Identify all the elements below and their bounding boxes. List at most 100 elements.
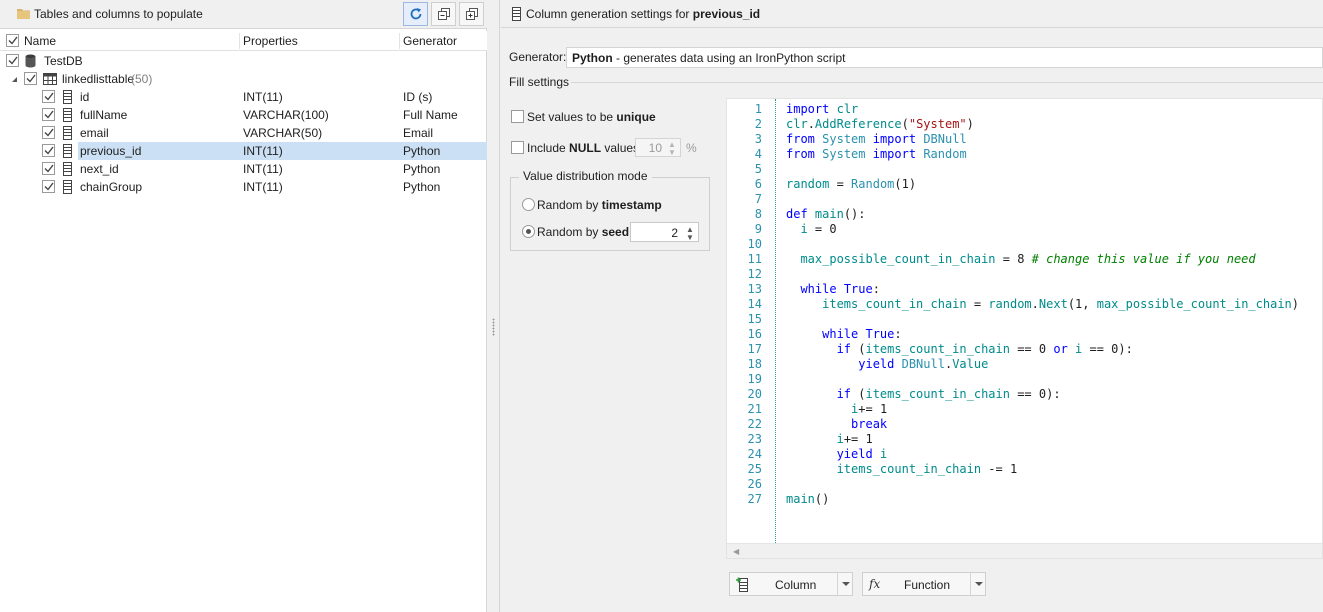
line-number: 5 bbox=[754, 162, 762, 176]
random-seed-radio[interactable] bbox=[522, 225, 535, 238]
grid-header: Name Properties Generator bbox=[0, 31, 487, 51]
column-checkbox[interactable] bbox=[42, 144, 55, 157]
fill-settings-divider bbox=[571, 82, 1323, 83]
line-number: 4 bbox=[754, 147, 762, 161]
splitter-grip-icon[interactable] bbox=[492, 318, 495, 336]
seed-label-bold: seed bbox=[601, 225, 630, 239]
timestamp-label-prefix: Random by bbox=[537, 198, 602, 212]
column-checkbox[interactable] bbox=[42, 162, 55, 175]
include-null-checkbox[interactable] bbox=[511, 141, 524, 154]
chevron-down-icon[interactable] bbox=[842, 582, 850, 586]
column-name: fullName bbox=[80, 108, 128, 122]
unique-label[interactable]: Set values to be unique bbox=[527, 110, 656, 124]
code-line[interactable]: if (items_count_in_chain == 0 or i == 0)… bbox=[786, 342, 1133, 356]
code-line[interactable]: i+= 1 bbox=[786, 402, 887, 416]
spin-down-icon[interactable]: ▼ bbox=[668, 149, 677, 157]
line-number: 20 bbox=[747, 387, 762, 401]
column-row-fullname[interactable]: fullName VARCHAR(100) Full Name bbox=[0, 106, 487, 124]
column-divider[interactable] bbox=[239, 33, 240, 49]
generator-select[interactable]: Python - generates data using an IronPyt… bbox=[566, 47, 1323, 68]
line-number: 19 bbox=[747, 372, 762, 386]
code-line[interactable]: while True: bbox=[786, 282, 880, 296]
generator-label: Generator: bbox=[509, 50, 567, 64]
column-generator: ID (s) bbox=[403, 90, 433, 104]
column-row-next-id[interactable]: next_id INT(11) Python bbox=[0, 160, 487, 178]
code-line[interactable]: def main(): bbox=[786, 207, 866, 221]
column-header-generator[interactable]: Generator bbox=[403, 34, 457, 48]
chevron-down-icon[interactable] bbox=[975, 582, 983, 586]
random-timestamp-label[interactable]: Random by timestamp bbox=[537, 198, 662, 212]
table-checkbox[interactable] bbox=[24, 72, 37, 85]
function-icon: fx bbox=[869, 577, 881, 591]
settings-title-prefix: Column generation settings for bbox=[526, 7, 693, 21]
random-seed-label[interactable]: Random by seed bbox=[537, 225, 629, 239]
code-line[interactable]: yield DBNull.Value bbox=[786, 357, 988, 371]
code-line[interactable]: from System import DBNull bbox=[786, 132, 967, 146]
seed-spinner[interactable]: 2 ▲ ▼ bbox=[630, 222, 699, 242]
panel-splitter[interactable] bbox=[488, 0, 500, 612]
generator-name: Python bbox=[572, 51, 613, 65]
column-divider[interactable] bbox=[399, 33, 400, 49]
select-all-checkbox[interactable] bbox=[6, 34, 19, 47]
column-row-chaingroup[interactable]: chainGroup INT(11) Python bbox=[0, 178, 487, 196]
column-checkbox[interactable] bbox=[42, 126, 55, 139]
code-line[interactable]: while True: bbox=[786, 327, 902, 341]
code-line[interactable]: from System import Random bbox=[786, 147, 967, 161]
random-timestamp-radio[interactable] bbox=[522, 198, 535, 211]
horizontal-scrollbar[interactable]: ◀ bbox=[727, 543, 1322, 558]
line-number: 18 bbox=[747, 357, 762, 371]
collapse-triangle-icon[interactable] bbox=[11, 76, 18, 83]
code-line[interactable]: i+= 1 bbox=[786, 432, 873, 446]
unique-checkbox[interactable] bbox=[511, 110, 524, 123]
column-name: next_id bbox=[80, 162, 119, 176]
line-number: 13 bbox=[747, 282, 762, 296]
dropdown-split bbox=[837, 573, 838, 595]
table-row[interactable]: linkedlisttable (50) bbox=[0, 70, 487, 88]
column-dropdown-button[interactable]: Column bbox=[729, 572, 853, 596]
code-line[interactable]: yield i bbox=[786, 447, 888, 461]
spin-down-icon[interactable]: ▼ bbox=[686, 234, 695, 242]
code-line[interactable]: items_count_in_chain -= 1 bbox=[786, 462, 1018, 476]
code-line[interactable]: break bbox=[786, 417, 887, 431]
line-number: 27 bbox=[747, 492, 762, 506]
database-row[interactable]: TestDB bbox=[0, 52, 487, 70]
expand-all-button[interactable] bbox=[459, 2, 484, 26]
line-number: 6 bbox=[754, 177, 762, 191]
code-area[interactable]: import clr clr.AddReference("System") from… bbox=[786, 99, 1323, 543]
column-header-name[interactable]: Name bbox=[24, 34, 56, 48]
collapse-all-button[interactable] bbox=[431, 2, 456, 26]
column-checkbox[interactable] bbox=[42, 180, 55, 193]
code-line[interactable]: main() bbox=[786, 492, 829, 506]
seed-value: 2 bbox=[671, 226, 678, 240]
column-properties: INT(11) bbox=[243, 144, 283, 158]
null-label-bold: NULL bbox=[569, 141, 602, 155]
code-line[interactable]: items_count_in_chain = random.Next(1, ma… bbox=[786, 297, 1299, 311]
column-name: id bbox=[80, 90, 90, 104]
code-line[interactable]: i = 0 bbox=[786, 222, 836, 236]
line-number: 8 bbox=[754, 207, 762, 221]
include-null-label[interactable]: Include NULL values bbox=[527, 141, 639, 155]
code-line[interactable]: max_possible_count_in_chain = 8 # change… bbox=[786, 252, 1255, 266]
null-percent-spinner[interactable]: 10 ▲ ▼ bbox=[635, 138, 681, 157]
column-generator: Python bbox=[403, 180, 441, 194]
scroll-left-icon[interactable]: ◀ bbox=[733, 547, 739, 556]
code-line[interactable]: if (items_count_in_chain == 0): bbox=[786, 387, 1061, 401]
code-line[interactable]: random = Random(1) bbox=[786, 177, 916, 191]
column-checkbox[interactable] bbox=[42, 90, 55, 103]
code-line[interactable]: clr.AddReference("System") bbox=[786, 117, 974, 131]
function-dropdown-button[interactable]: fx Function bbox=[862, 572, 986, 596]
database-icon bbox=[25, 54, 36, 68]
null-percent-value: 10 bbox=[648, 141, 662, 155]
column-row-id[interactable]: id INT(11) ID (s) bbox=[0, 88, 487, 106]
column-row-previous-id[interactable]: previous_id INT(11) Python bbox=[0, 142, 487, 160]
column-row-email[interactable]: email VARCHAR(50) Email bbox=[0, 124, 487, 142]
checkmark-icon bbox=[44, 128, 54, 137]
dropdown-split bbox=[970, 573, 971, 595]
settings-panel: Column generation settings for previous_… bbox=[501, 0, 1323, 612]
refresh-button[interactable] bbox=[403, 2, 428, 26]
column-checkbox[interactable] bbox=[42, 108, 55, 121]
database-checkbox[interactable] bbox=[6, 54, 19, 67]
column-header-properties[interactable]: Properties bbox=[243, 34, 298, 48]
code-line[interactable]: import clr bbox=[786, 102, 858, 116]
code-editor[interactable]: 1 2 3 4 5 6 7 8 9 10 11 12 13 14 15 16 17 18 19 20 21 22 23 24 2… bbox=[726, 98, 1323, 559]
